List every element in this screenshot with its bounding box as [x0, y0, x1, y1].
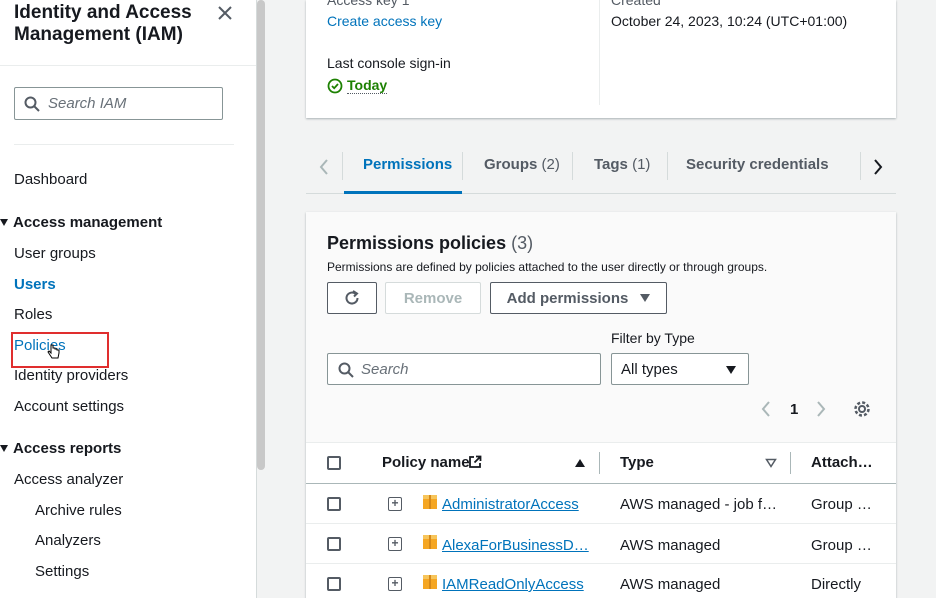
hand-cursor-icon	[47, 344, 60, 359]
column-separator	[599, 452, 600, 474]
tab-separator	[572, 152, 573, 180]
caret-down-icon	[640, 294, 651, 302]
caret-down-icon[interactable]	[0, 445, 8, 452]
divider	[14, 144, 234, 145]
filter-by-type-label: Filter by Type	[611, 330, 695, 346]
row-divider	[306, 442, 896, 443]
chevron-left-icon[interactable]	[318, 158, 330, 176]
user-summary-card: Access key 1 Create access key Last cons…	[306, 0, 896, 118]
aws-managed-policy-icon	[423, 535, 437, 549]
created-label: Created	[611, 0, 661, 8]
nav-analyzers[interactable]: Analyzers	[35, 532, 101, 549]
nav-users[interactable]: Users	[14, 276, 56, 293]
column-header-type[interactable]: Type	[620, 454, 654, 471]
nav-roles[interactable]: Roles	[14, 306, 52, 323]
policy-type: AWS managed	[620, 576, 721, 593]
chevron-right-icon[interactable]	[815, 400, 827, 418]
create-access-key-link[interactable]: Create access key	[327, 13, 442, 29]
policy-attached: Directly	[811, 576, 862, 593]
policy-name-link[interactable]: IAMReadOnlyAccess	[442, 576, 584, 593]
close-icon[interactable]	[216, 4, 234, 22]
policy-search-input[interactable]: Search	[327, 353, 601, 385]
caret-down-icon	[726, 366, 736, 374]
row-divider	[306, 483, 896, 484]
page-number[interactable]: 1	[790, 401, 798, 418]
sidebar-title: Identity and Access Management (IAM)	[14, 2, 192, 45]
divider	[599, 0, 600, 105]
sidebar-scrollbar[interactable]	[257, 0, 265, 470]
tab-tags[interactable]: Tags (1)	[594, 156, 650, 173]
search-placeholder: Search	[361, 361, 409, 378]
active-tab-indicator	[344, 191, 462, 194]
column-header-attached[interactable]: Attach…	[811, 454, 873, 471]
nav-section-access-reports[interactable]: Access reports	[13, 440, 121, 457]
policy-attached: Group …	[811, 537, 872, 554]
expand-icon[interactable]: +	[388, 577, 402, 591]
search-icon	[24, 96, 40, 112]
row-checkbox[interactable]	[327, 577, 341, 591]
last-signin-label: Last console sign-in	[327, 55, 451, 71]
nav-settings[interactable]: Settings	[35, 563, 89, 580]
tab-separator	[860, 152, 861, 180]
gear-icon[interactable]	[853, 400, 871, 418]
aws-managed-policy-icon	[423, 575, 437, 589]
divider	[0, 65, 256, 66]
row-checkbox[interactable]	[327, 497, 341, 511]
last-signin-value: Today	[347, 77, 388, 94]
external-link-icon	[469, 455, 482, 468]
policy-name-link[interactable]: AdministratorAccess	[442, 496, 579, 513]
tab-separator	[342, 152, 343, 180]
chevron-left-icon[interactable]	[760, 400, 772, 418]
access-key-label: Access key 1	[327, 0, 410, 8]
expand-icon[interactable]: +	[388, 537, 402, 551]
search-placeholder: Search IAM	[48, 95, 127, 112]
tab-security-credentials[interactable]: Security credentials	[686, 156, 829, 173]
nav-section-access-management[interactable]: Access management	[13, 214, 162, 231]
column-separator	[790, 452, 791, 474]
nav-user-groups[interactable]: User groups	[14, 245, 96, 262]
type-filter-value: All types	[621, 361, 678, 378]
check-circle-icon	[327, 78, 343, 94]
tab-groups[interactable]: Groups (2)	[484, 156, 560, 173]
search-iam-input[interactable]: Search IAM	[14, 87, 223, 120]
sort-icon[interactable]	[765, 458, 777, 468]
policy-type: AWS managed	[620, 537, 721, 554]
tab-bar: Permissions Groups (2) Tags (1) Security…	[306, 148, 896, 194]
nav-dashboard[interactable]: Dashboard	[14, 171, 87, 188]
nav-identity-providers[interactable]: Identity providers	[14, 367, 128, 384]
caret-down-icon[interactable]	[0, 219, 8, 226]
row-divider	[306, 563, 896, 564]
column-header-policy-name[interactable]: Policy name	[382, 454, 470, 471]
expand-icon[interactable]: +	[388, 497, 402, 511]
sort-ascending-icon[interactable]	[575, 459, 585, 467]
policy-type: AWS managed - job f…	[620, 496, 778, 513]
add-permissions-button[interactable]: Add permissions	[490, 282, 667, 314]
sidebar: Identity and Access Management (IAM) Sea…	[0, 0, 257, 598]
main-content: Access key 1 Create access key Last cons…	[266, 0, 936, 598]
row-divider	[306, 523, 896, 524]
tab-separator	[462, 152, 463, 180]
policy-name-link[interactable]: AlexaForBusinessD…	[442, 537, 589, 554]
tab-separator	[667, 152, 668, 180]
type-filter-select[interactable]: All types	[611, 353, 749, 385]
permissions-title: Permissions policies (3)	[327, 233, 534, 253]
nav-archive-rules[interactable]: Archive rules	[35, 502, 122, 519]
remove-button[interactable]: Remove	[385, 282, 481, 314]
row-checkbox[interactable]	[327, 537, 341, 551]
nav-account-settings[interactable]: Account settings	[14, 398, 124, 415]
aws-managed-policy-icon	[423, 495, 437, 509]
search-icon	[338, 362, 354, 378]
permissions-policies-card: Permissions policies (3) Permissions are…	[306, 212, 896, 598]
permissions-description: Permissions are defined by policies atta…	[327, 260, 768, 274]
chevron-right-icon[interactable]	[872, 158, 884, 176]
refresh-button[interactable]	[327, 282, 377, 314]
policy-attached: Group …	[811, 496, 872, 513]
tab-permissions[interactable]: Permissions	[363, 156, 452, 173]
nav-access-analyzer[interactable]: Access analyzer	[14, 471, 123, 488]
select-all-checkbox[interactable]	[327, 456, 341, 470]
created-value: October 24, 2023, 10:24 (UTC+01:00)	[611, 13, 848, 29]
refresh-icon	[345, 290, 359, 305]
